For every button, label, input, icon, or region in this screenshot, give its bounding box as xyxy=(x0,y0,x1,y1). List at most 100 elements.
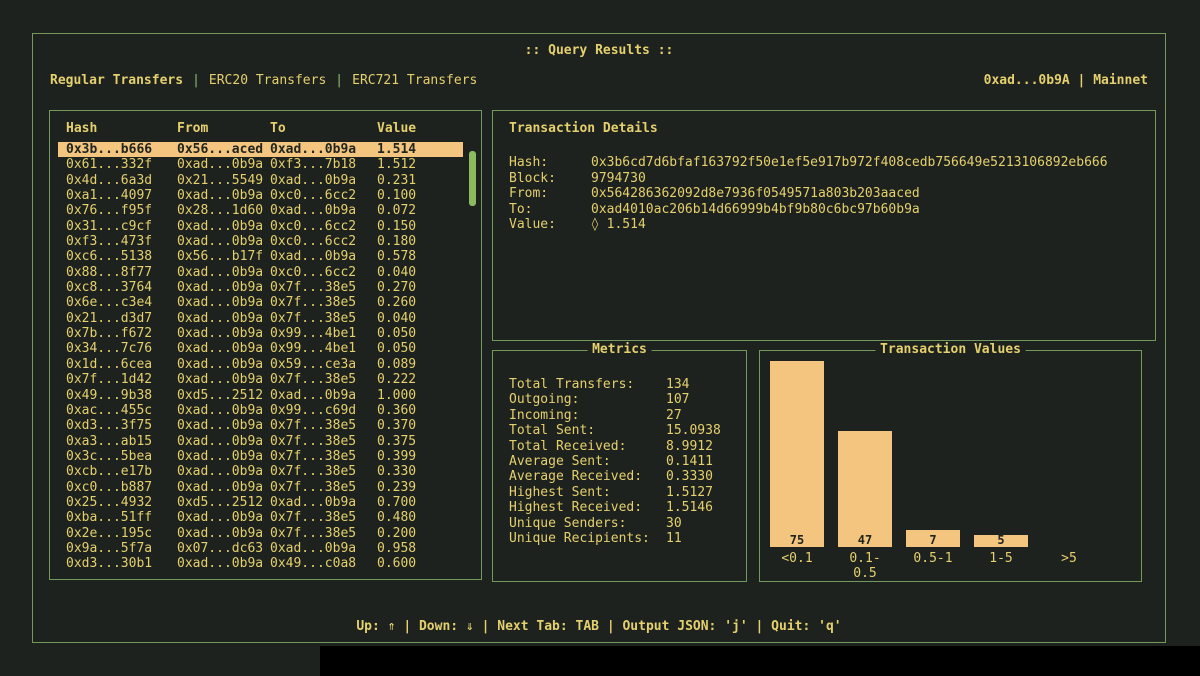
table-cell: 0x7f...38e5 xyxy=(270,480,377,495)
metric-row: Incoming:27 xyxy=(509,408,746,423)
table-cell: 0x9a...5f7a xyxy=(66,541,177,556)
tabs: Regular Transfers | ERC20 Transfers | ERC721… xyxy=(50,73,477,88)
table-cell: 0xad...0b9a xyxy=(177,219,270,234)
table-cell: 0x25...4932 xyxy=(66,495,177,510)
metric-label: Highest Sent: xyxy=(509,485,666,500)
terminal-window: :: Query Results :: Regular Transfers|ER… xyxy=(32,33,1166,643)
table-cell: 0xc6...5138 xyxy=(66,249,177,264)
table-cell: 0x21...5549 xyxy=(177,173,270,188)
table-cell: 1.000 xyxy=(377,388,463,403)
table-cell: 0x99...4be1 xyxy=(270,326,377,341)
metric-label: Incoming: xyxy=(509,408,666,423)
metric-label: Average Received: xyxy=(509,469,666,484)
table-row[interactable]: 0x34...7c760xad...0b9a0x99...4be10.050 xyxy=(58,341,463,356)
table-cell: 0x4d...6a3d xyxy=(66,173,177,188)
table-cell: 0.239 xyxy=(377,480,463,495)
metric-label: Unique Recipients: xyxy=(509,531,666,546)
table-cell: 0x7b...f672 xyxy=(66,326,177,341)
column-header: Value xyxy=(377,121,481,136)
histogram-bar: 7 xyxy=(906,530,960,547)
table-cell: 0x21...d3d7 xyxy=(66,311,177,326)
tab-erc721-transfers[interactable]: ERC721 Transfers xyxy=(352,73,477,88)
metric-value: 15.0938 xyxy=(666,423,746,438)
table-cell: 0x49...c0a8 xyxy=(270,556,377,571)
table-cell: 0x7f...38e5 xyxy=(270,418,377,433)
metrics-panel: Metrics Total Transfers:134Outgoing:107I… xyxy=(492,350,747,582)
metric-value: 1.5146 xyxy=(666,500,746,515)
table-cell: 0xad...0b9a xyxy=(270,203,377,218)
table-cell: 0xad...0b9a xyxy=(177,234,270,249)
metric-value: 1.5127 xyxy=(666,485,746,500)
table-cell: 0xad...0b9a xyxy=(177,188,270,203)
table-row[interactable]: 0x31...c9cf0xad...0b9a0xc0...6cc20.150 xyxy=(58,219,463,234)
table-cell: 0xad...0b9a xyxy=(177,418,270,433)
table-row[interactable]: 0x6e...c3e40xad...0b9a0x7f...38e50.260 xyxy=(58,295,463,310)
table-cell: 0xcb...e17b xyxy=(66,464,177,479)
table-cell: 0x76...f95f xyxy=(66,203,177,218)
table-row[interactable]: 0x9a...5f7a0x07...dc630xad...0b9a0.958 xyxy=(58,541,463,556)
table-row[interactable]: 0xc8...37640xad...0b9a0x7f...38e50.270 xyxy=(58,280,463,295)
transaction-details-panel: Transaction Details Hash:0x3b6cd7d6bfaf1… xyxy=(492,110,1156,341)
table-row[interactable]: 0x88...8f770xad...0b9a0xc0...6cc20.040 xyxy=(58,265,463,280)
table-row[interactable]: 0xc0...b8870xad...0b9a0x7f...38e50.239 xyxy=(58,480,463,495)
table-cell: 0x7f...38e5 xyxy=(270,311,377,326)
table-row[interactable]: 0xa1...40970xad...0b9a0xc0...6cc20.100 xyxy=(58,188,463,203)
table-cell: 0xac...455c xyxy=(66,403,177,418)
tab-separator: | xyxy=(192,73,200,88)
table-row[interactable]: 0x61...332f0xad...0b9a0xf3...7b181.512 xyxy=(58,157,463,172)
table-cell: 1.514 xyxy=(377,142,463,157)
bar-column: >5 xyxy=(1042,365,1096,547)
table-cell: 0xad...0b9a xyxy=(270,495,377,510)
metric-label: Total Sent: xyxy=(509,423,666,438)
table-cell: 0xad...0b9a xyxy=(270,541,377,556)
table-cell: 0xd3...30b1 xyxy=(66,556,177,571)
table-row[interactable]: 0x3c...5bea0xad...0b9a0x7f...38e50.399 xyxy=(58,449,463,464)
table-cell: 0.150 xyxy=(377,219,463,234)
table-scrollbar[interactable] xyxy=(469,151,476,206)
histogram-bar: 47 xyxy=(838,431,892,547)
table-row[interactable]: 0xc6...51380x56...b17f0xad...0b9a0.578 xyxy=(58,249,463,264)
table-row[interactable]: 0x1d...6cea0xad...0b9a0x59...ce3a0.089 xyxy=(58,357,463,372)
table-cell: 0.480 xyxy=(377,510,463,525)
table-cell: 0.958 xyxy=(377,541,463,556)
table-cell: 0x1d...6cea xyxy=(66,357,177,372)
table-row[interactable]: 0x7f...1d420xad...0b9a0x7f...38e50.222 xyxy=(58,372,463,387)
table-row[interactable]: 0x25...49320xd5...25120xad...0b9a0.700 xyxy=(58,495,463,510)
table-row[interactable]: 0xa3...ab150xad...0b9a0x7f...38e50.375 xyxy=(58,434,463,449)
table-row[interactable]: 0xd3...3f750xad...0b9a0x7f...38e50.370 xyxy=(58,418,463,433)
table-row[interactable]: 0xcb...e17b0xad...0b9a0x7f...38e50.330 xyxy=(58,464,463,479)
tab-erc20-transfers[interactable]: ERC20 Transfers xyxy=(209,73,326,88)
table-cell: 0.231 xyxy=(377,173,463,188)
histogram-bar: 75 xyxy=(770,361,824,547)
table-cell: 0.040 xyxy=(377,265,463,280)
table-row[interactable]: 0xac...455c0xad...0b9a0x99...c69d0.360 xyxy=(58,403,463,418)
table-cell: 0xa3...ab15 xyxy=(66,434,177,449)
table-row[interactable]: 0x49...9b380xd5...25120xad...0b9a1.000 xyxy=(58,388,463,403)
table-row[interactable]: 0x3b...b6660x56...aced0xad...0b9a1.514 xyxy=(58,142,463,157)
table-row[interactable]: 0xf3...473f0xad...0b9a0xc0...6cc20.180 xyxy=(58,234,463,249)
table-cell: 0.200 xyxy=(377,526,463,541)
metrics-title: Metrics xyxy=(587,342,652,357)
tab-regular-transfers[interactable]: Regular Transfers xyxy=(50,73,183,88)
table-row[interactable]: 0xba...51ff0xad...0b9a0x7f...38e50.480 xyxy=(58,510,463,525)
table-cell: 0x7f...38e5 xyxy=(270,526,377,541)
table-row[interactable]: 0x76...f95f0x28...1d600xad...0b9a0.072 xyxy=(58,203,463,218)
table-row[interactable]: 0x21...d3d70xad...0b9a0x7f...38e50.040 xyxy=(58,311,463,326)
table-cell: 0x56...b17f xyxy=(177,249,270,264)
tab-separator: | xyxy=(335,73,343,88)
table-row[interactable]: 0x2e...195c0xad...0b9a0x7f...38e50.200 xyxy=(58,526,463,541)
table-cell: 0xad...0b9a xyxy=(177,372,270,387)
metric-value: 0.1411 xyxy=(666,454,746,469)
table-cell: 0.700 xyxy=(377,495,463,510)
table-row[interactable]: 0x7b...f6720xad...0b9a0x99...4be10.050 xyxy=(58,326,463,341)
table-row[interactable]: 0x4d...6a3d0x21...55490xad...0b9a0.231 xyxy=(58,173,463,188)
table-cell: 0xad...0b9a xyxy=(270,249,377,264)
table-cell: 0xc0...6cc2 xyxy=(270,265,377,280)
metric-value: 8.9912 xyxy=(666,439,746,454)
axis-tick-label: 0.5-1 xyxy=(906,551,960,566)
detail-field: Block:9794730 xyxy=(509,171,1155,187)
table-row[interactable]: 0xd3...30b10xad...0b9a0x49...c0a80.600 xyxy=(58,556,463,571)
details-title: Transaction Details xyxy=(493,111,1155,136)
table-cell: 0x07...dc63 xyxy=(177,541,270,556)
detail-field: Hash:0x3b6cd7d6bfaf163792f50e1ef5e917b97… xyxy=(509,155,1155,171)
